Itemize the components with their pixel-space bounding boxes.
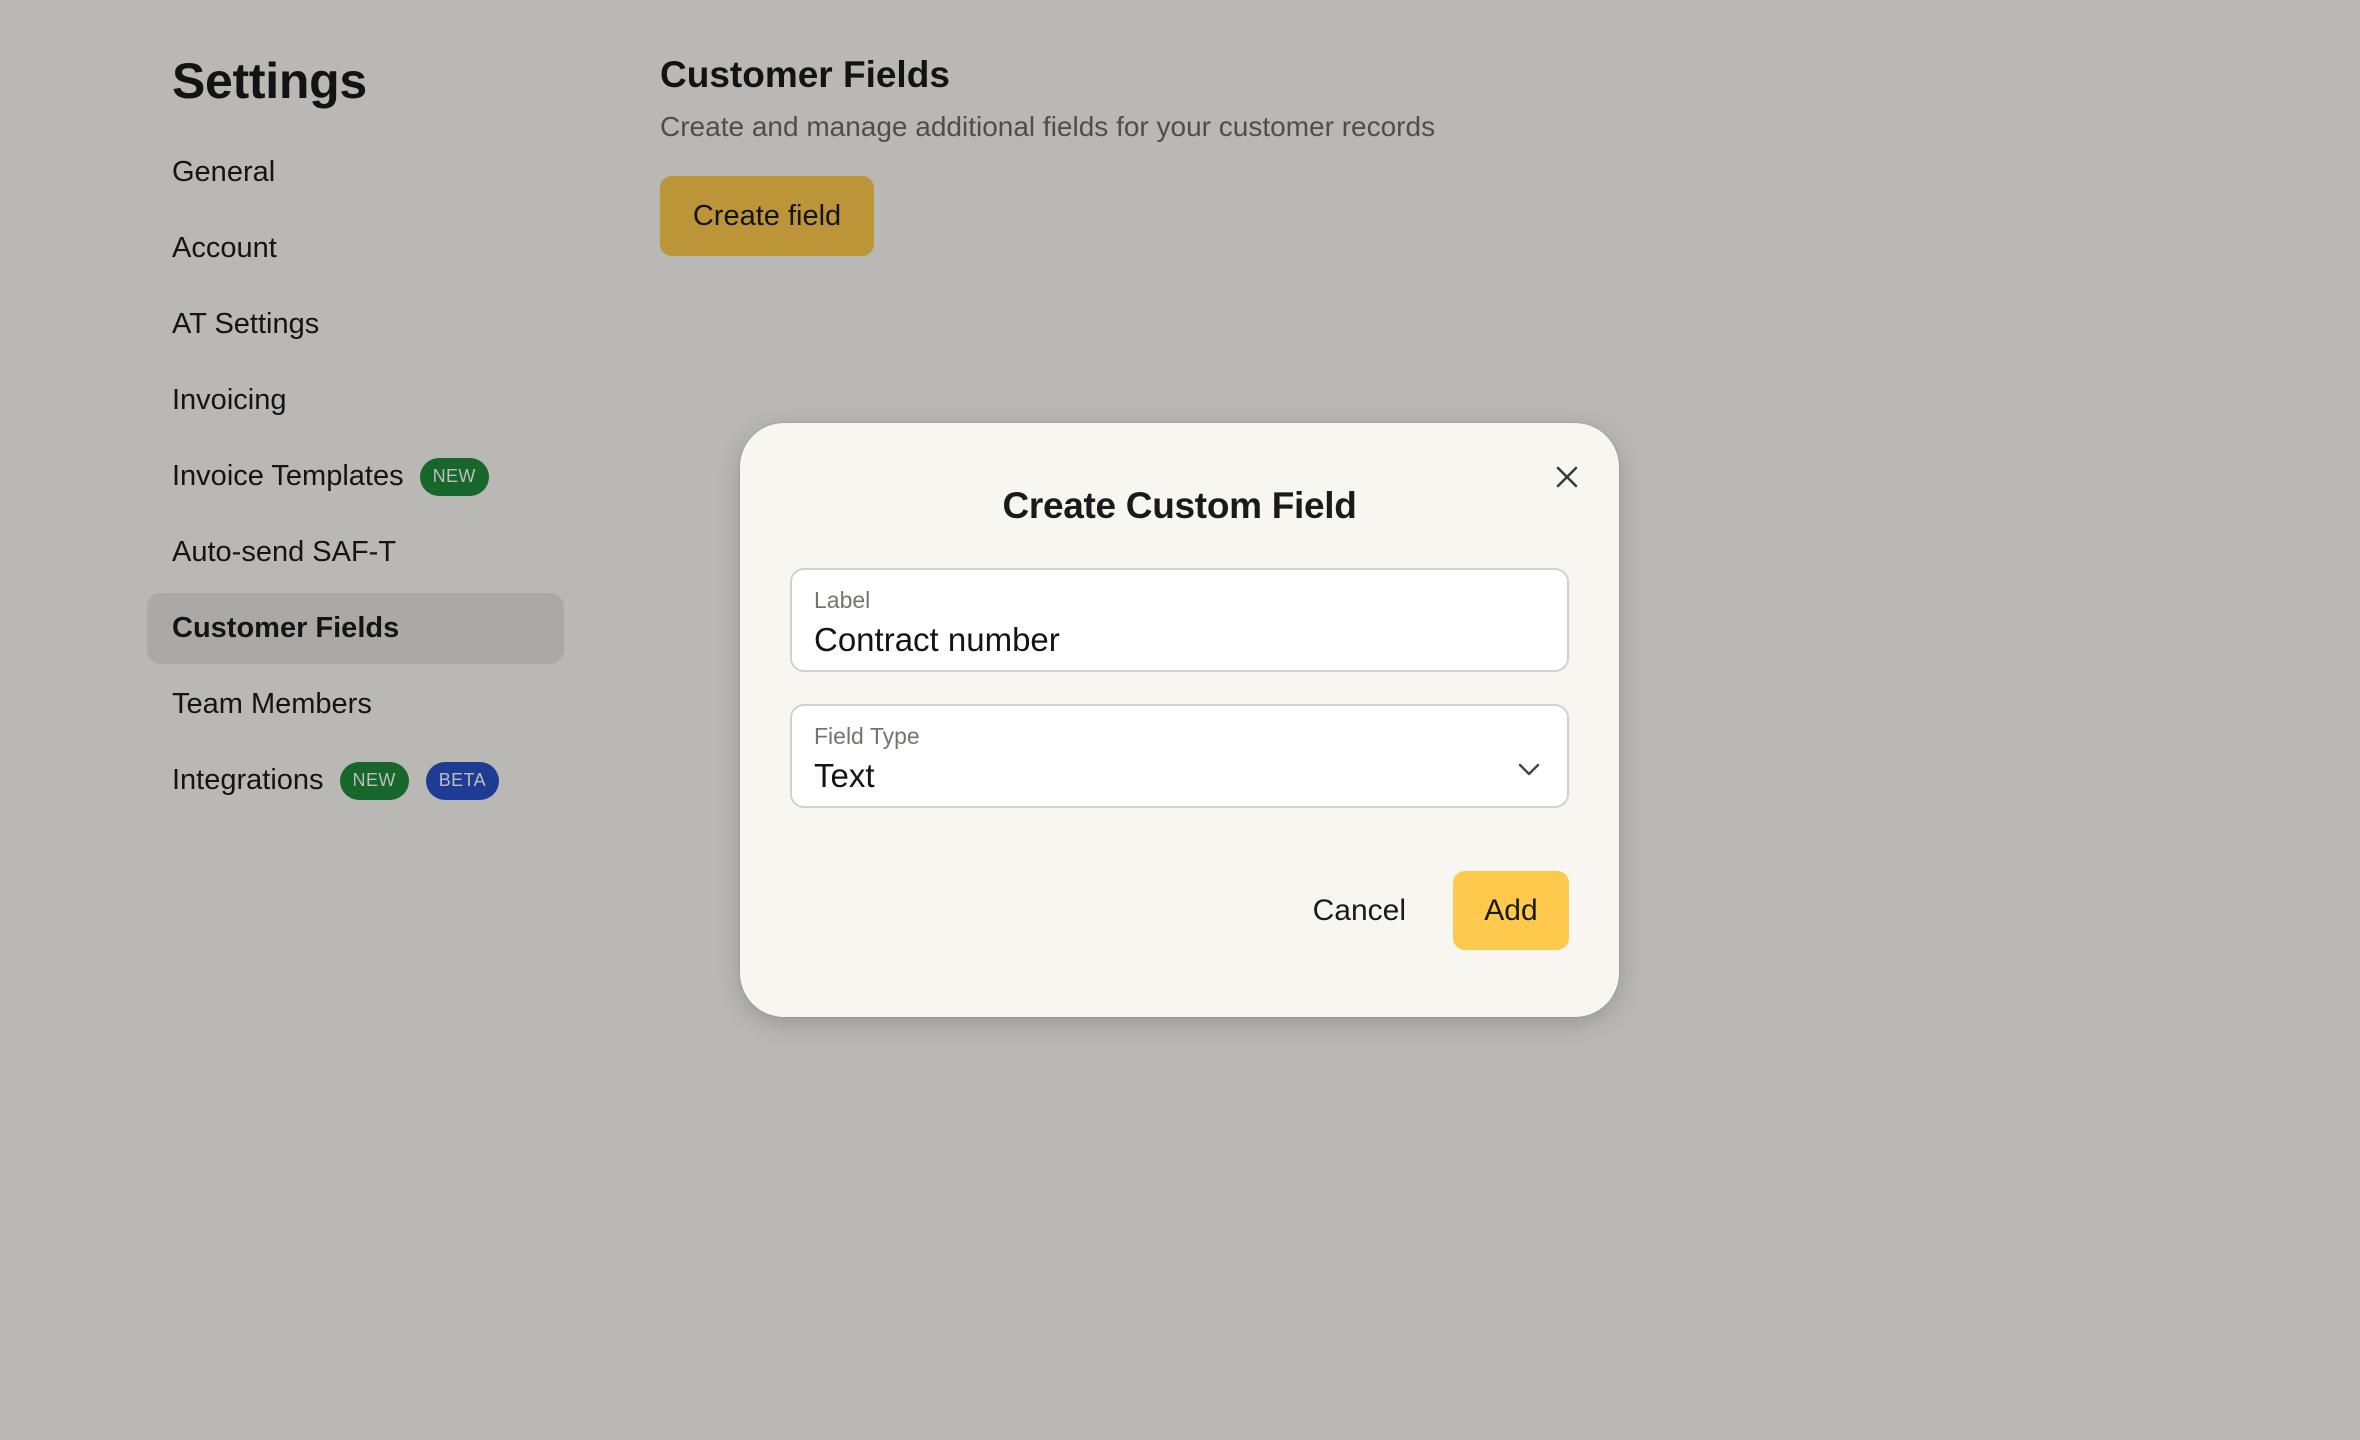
label-field[interactable]: Label Contract number bbox=[790, 568, 1569, 672]
settings-page: Settings General Account AT Settings Inv… bbox=[0, 0, 2360, 1440]
create-custom-field-dialog: Create Custom Field Label Contract numbe… bbox=[740, 423, 1619, 1017]
label-input[interactable]: Contract number bbox=[814, 620, 1545, 660]
field-type-label: Field Type bbox=[814, 723, 920, 749]
dialog-actions: Cancel Add bbox=[1290, 871, 1569, 950]
label-field-label: Label bbox=[814, 587, 871, 613]
chevron-down-icon bbox=[1518, 763, 1540, 776]
add-button[interactable]: Add bbox=[1453, 871, 1569, 950]
field-type-value: Text bbox=[814, 757, 875, 794]
dialog-title: Create Custom Field bbox=[1002, 485, 1357, 526]
cancel-button[interactable]: Cancel bbox=[1290, 872, 1429, 950]
field-type-select[interactable]: Field Type Text bbox=[790, 704, 1569, 808]
